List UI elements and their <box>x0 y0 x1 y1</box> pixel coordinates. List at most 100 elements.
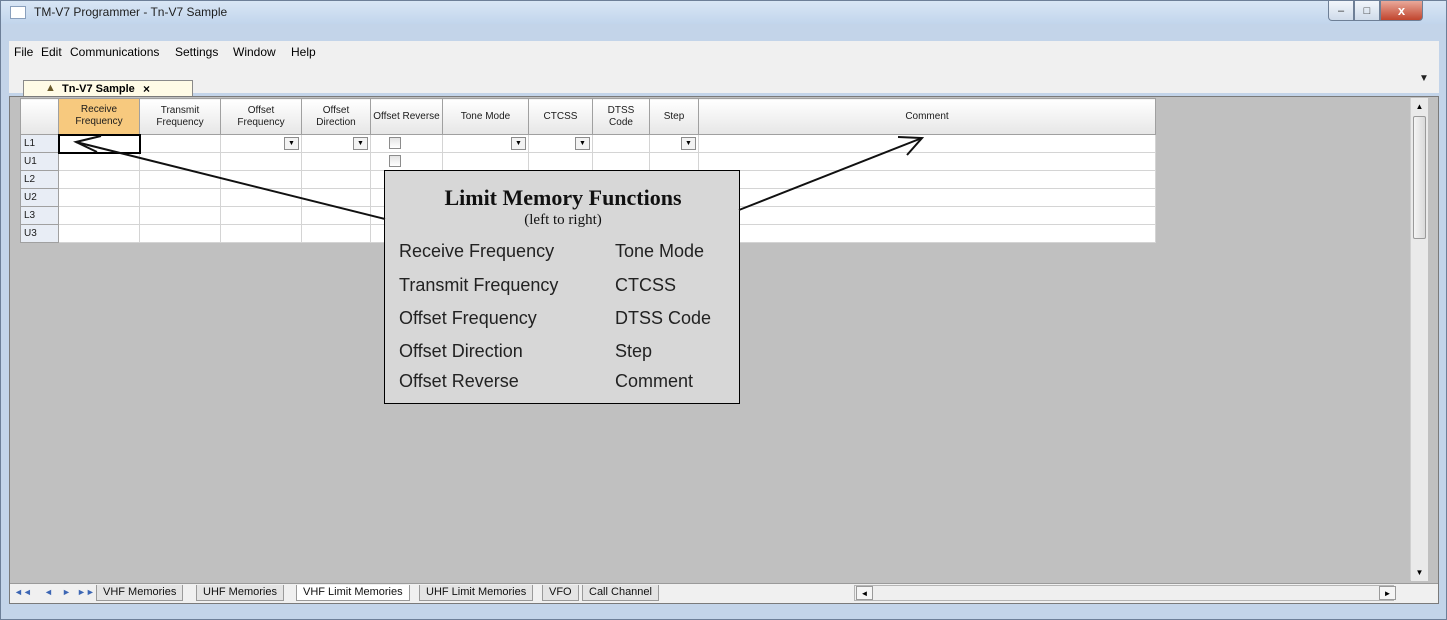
scroll-down-icon[interactable]: ▼ <box>1411 564 1428 581</box>
grid-cell[interactable] <box>220 188 302 207</box>
scroll-up-icon[interactable]: ▲ <box>1411 98 1428 115</box>
grid-cell[interactable]: ▼ <box>301 134 371 153</box>
grid-cell[interactable] <box>370 134 443 153</box>
grid-cell[interactable] <box>57 133 141 154</box>
sheet-tab-vfo[interactable]: VFO <box>542 585 579 601</box>
grid-cell[interactable] <box>220 152 302 171</box>
maximize-button[interactable]: □ <box>1354 1 1380 21</box>
window-title: TM-V7 Programmer - Tn-V7 Sample <box>34 5 228 19</box>
column-header[interactable]: CTCSS <box>528 98 593 135</box>
sheet-tab-uhf-memories[interactable]: UHF Memories <box>196 585 284 601</box>
grid-cell[interactable] <box>58 224 140 243</box>
prev-sheet-icon[interactable]: ◄ <box>44 587 53 597</box>
grid-cell[interactable] <box>58 170 140 189</box>
dropdown-arrow-icon[interactable]: ▼ <box>575 137 590 150</box>
column-header[interactable]: Offset Frequency <box>220 98 302 135</box>
column-header[interactable]: Step <box>649 98 699 135</box>
grid-cell[interactable]: ▼ <box>528 134 593 153</box>
grid-cell[interactable] <box>698 188 1156 207</box>
sheet-tab-call-channel[interactable]: Call Channel <box>582 585 659 601</box>
row-header[interactable]: L1 <box>20 134 59 153</box>
grid-cell[interactable] <box>698 152 1156 171</box>
checkbox[interactable] <box>389 137 401 149</box>
sheet-tab-uhf-limit-memories[interactable]: UHF Limit Memories <box>419 585 534 601</box>
grid-cell[interactable] <box>139 170 221 189</box>
grid-cell[interactable] <box>220 224 302 243</box>
checkbox[interactable] <box>389 155 401 167</box>
row-header[interactable]: U1 <box>20 152 59 171</box>
grid-cell[interactable]: ▼ <box>442 134 529 153</box>
grid-cell[interactable] <box>370 152 443 171</box>
column-header[interactable]: Transmit Frequency <box>139 98 221 135</box>
menu-bar: File Edit Communications Settings Window… <box>9 41 1439 63</box>
column-header[interactable]: Tone Mode <box>442 98 529 135</box>
grid-cell[interactable] <box>301 224 371 243</box>
grid-cell[interactable] <box>220 170 302 189</box>
column-header[interactable]: DTSS Code <box>592 98 650 135</box>
callout-item: Tone Mode <box>615 241 705 261</box>
close-button[interactable]: x <box>1380 1 1423 21</box>
document-tab-strip <box>9 63 1439 93</box>
scroll-left-icon[interactable]: ◄ <box>856 586 873 600</box>
dropdown-arrow-icon[interactable]: ▼ <box>353 137 368 150</box>
dropdown-arrow-icon[interactable]: ▼ <box>681 137 696 150</box>
grid-cell[interactable] <box>301 188 371 207</box>
menu-edit[interactable]: Edit <box>41 45 62 59</box>
grid-cell[interactable] <box>139 134 221 153</box>
callout-item: CTCSS <box>615 275 677 295</box>
grid-cell[interactable] <box>592 134 650 153</box>
grid-cell[interactable] <box>528 152 593 171</box>
grid-cell[interactable] <box>58 152 140 171</box>
row-header[interactable]: U3 <box>20 224 59 243</box>
grid-cell[interactable]: ▼ <box>220 134 302 153</box>
row-header[interactable]: L2 <box>20 170 59 189</box>
grid-cell[interactable] <box>592 152 650 171</box>
dropdown-arrow-icon[interactable]: ▼ <box>284 137 299 150</box>
menu-communications[interactable]: Communications <box>70 45 159 59</box>
first-sheet-icon[interactable]: ◄◄ <box>14 587 32 597</box>
grid-cell[interactable] <box>139 206 221 225</box>
sheet-tab-vhf-memories[interactable]: VHF Memories <box>96 585 184 601</box>
grid-corner[interactable] <box>20 98 59 135</box>
column-header[interactable]: Receive Frequency <box>58 98 140 135</box>
grid-cell[interactable]: ▼ <box>649 134 699 153</box>
grid-cell[interactable] <box>301 152 371 171</box>
grid-cell[interactable] <box>698 134 1156 153</box>
grid-cell[interactable] <box>301 170 371 189</box>
menu-file[interactable]: File <box>14 45 33 59</box>
grid-cell[interactable] <box>698 170 1156 189</box>
tab-list-dropdown-icon[interactable]: ▼ <box>1419 73 1429 84</box>
grid-cell[interactable] <box>442 152 529 171</box>
app-icon <box>10 6 26 19</box>
grid-cell[interactable] <box>698 206 1156 225</box>
grid-cell[interactable] <box>301 206 371 225</box>
sheet-tab-vhf-limit-memories[interactable]: VHF Limit Memories <box>296 585 410 601</box>
menu-help[interactable]: Help <box>291 45 316 59</box>
scroll-thumb[interactable] <box>1413 116 1426 239</box>
row-header[interactable]: L3 <box>20 206 59 225</box>
callout-item: Offset Direction <box>399 341 523 361</box>
grid-cell[interactable] <box>698 224 1156 243</box>
grid-cell[interactable] <box>139 152 221 171</box>
menu-window[interactable]: Window <box>233 45 276 59</box>
dropdown-arrow-icon[interactable]: ▼ <box>511 137 526 150</box>
next-sheet-icon[interactable]: ► <box>62 587 71 597</box>
menu-settings[interactable]: Settings <box>175 45 218 59</box>
column-header[interactable]: Comment <box>698 98 1156 135</box>
column-header[interactable]: Offset Direction <box>301 98 371 135</box>
grid-cell[interactable] <box>58 188 140 207</box>
grid-cell[interactable] <box>220 206 302 225</box>
grid-cell[interactable] <box>139 224 221 243</box>
grid-cell[interactable] <box>58 206 140 225</box>
grid-cell[interactable] <box>649 152 699 171</box>
document-tab[interactable]: ▲ Tn-V7 Sample × <box>23 80 193 97</box>
last-sheet-icon[interactable]: ►► <box>77 587 95 597</box>
horizontal-scrollbar[interactable] <box>854 585 1394 601</box>
row-header[interactable]: U2 <box>20 188 59 207</box>
column-header[interactable]: Offset Reverse <box>370 98 443 135</box>
title-bar[interactable]: TM-V7 Programmer - Tn-V7 Sample <box>1 1 1446 24</box>
grid-cell[interactable] <box>139 188 221 207</box>
scroll-right-icon[interactable]: ► <box>1379 586 1396 600</box>
document-tab-close-icon[interactable]: × <box>143 82 150 96</box>
minimize-button[interactable]: – <box>1328 1 1354 21</box>
